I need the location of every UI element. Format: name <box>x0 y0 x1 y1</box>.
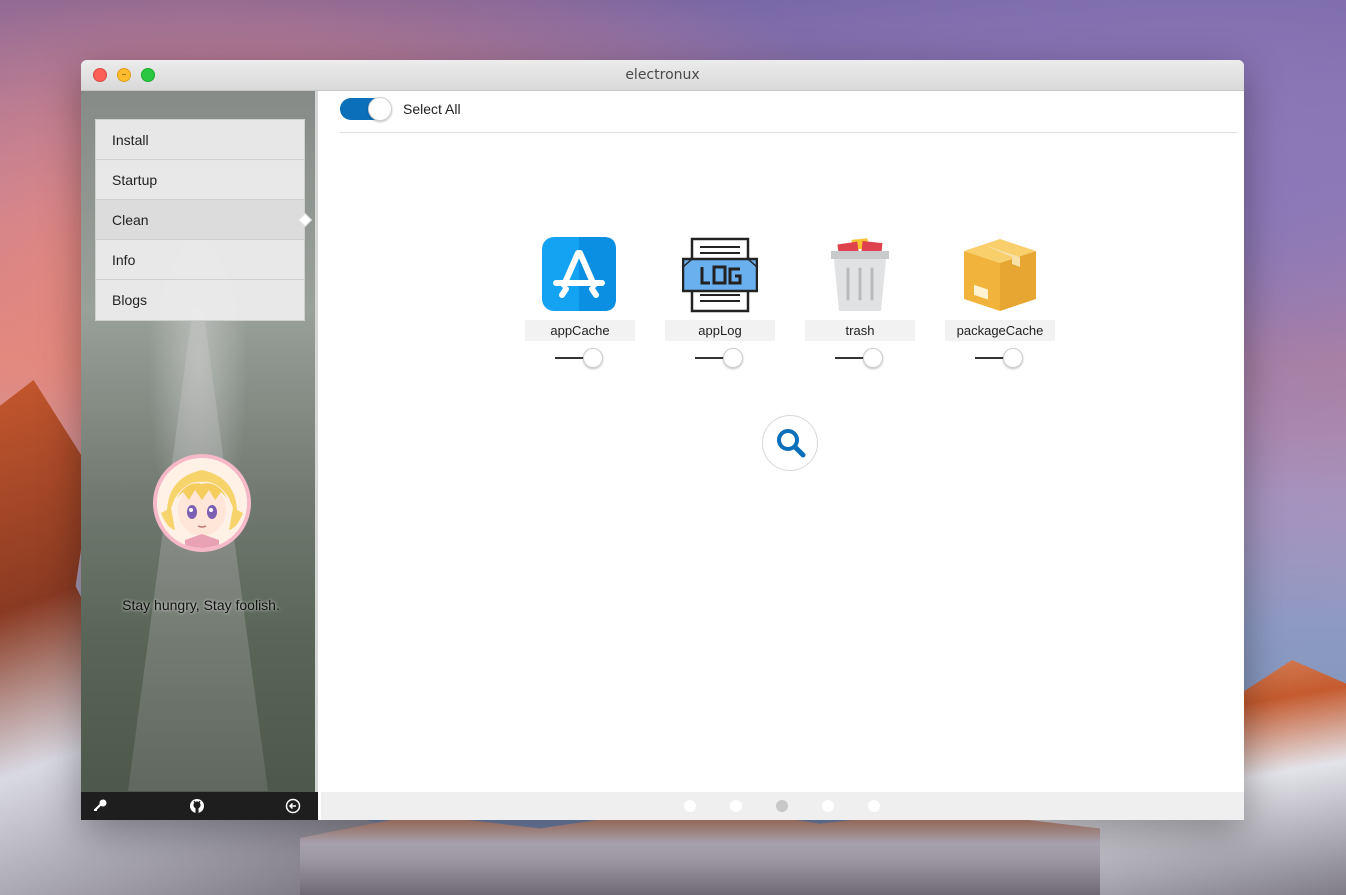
log-icon <box>681 237 759 313</box>
sidebar-item-label: Blogs <box>112 292 148 308</box>
toggle-knob <box>368 97 392 121</box>
switch-thumb <box>583 348 603 368</box>
package-icon-svg <box>964 239 1036 311</box>
clean-item-appcache: appCache <box>525 237 635 377</box>
sidebar-item-label: Install <box>112 132 149 148</box>
close-icon <box>94 69 106 81</box>
motto-text: Stay hungry, Stay foolish. <box>122 597 280 613</box>
sidebar-item-label: Info <box>112 252 136 268</box>
switch-thumb <box>863 348 883 368</box>
clean-item-switch[interactable] <box>695 348 745 368</box>
sidebar-item-clean[interactable]: Clean <box>96 200 313 240</box>
close-window-button[interactable] <box>93 68 107 82</box>
minimize-window-button[interactable]: – <box>117 68 131 82</box>
switch-thumb <box>723 348 743 368</box>
sidebar-item-label: Clean <box>112 212 149 228</box>
clean-item-label: appCache <box>525 320 635 341</box>
clean-item-label: trash <box>805 320 915 341</box>
clean-items: appCache appLog trash packageCache <box>525 237 1085 397</box>
maximize-window-button[interactable] <box>141 68 155 82</box>
sidebar-menu: Install Startup Clean Info Blogs <box>95 119 313 321</box>
app-window: – electronux Install Startup Clean Info … <box>81 60 1244 820</box>
select-all-bar: Select All <box>340 91 1237 133</box>
select-all-toggle[interactable] <box>340 97 392 121</box>
switch-thumb <box>1003 348 1023 368</box>
active-indicator <box>297 212 313 228</box>
select-all-label: Select All <box>403 101 461 117</box>
window-title: electronux <box>625 67 700 83</box>
avatar[interactable] <box>153 454 251 552</box>
title-bar: – electronux <box>81 60 1244 91</box>
github-icon-svg <box>190 799 204 813</box>
page-dot[interactable] <box>730 800 742 812</box>
clean-item-trash: trash <box>805 237 915 377</box>
sidebar: Install Startup Clean Info Blogs Stay hu… <box>81 91 318 820</box>
clean-item-applog: appLog <box>665 237 775 377</box>
clean-item-label: packageCache <box>945 320 1055 341</box>
page-dot-active[interactable] <box>776 800 788 812</box>
clean-item-switch[interactable] <box>835 348 885 368</box>
sidebar-footer <box>81 792 318 820</box>
search-icon <box>777 429 806 458</box>
page-dot[interactable] <box>868 800 880 812</box>
sidebar-item-info[interactable]: Info <box>96 240 304 280</box>
clean-item-switch[interactable] <box>975 348 1025 368</box>
github-icon[interactable] <box>189 798 205 814</box>
main-panel: Select All appCache appLog trash package… <box>321 91 1244 820</box>
key-icon[interactable] <box>92 798 108 814</box>
avatar-image <box>157 458 247 548</box>
scan-button[interactable] <box>762 415 818 471</box>
page-dot[interactable] <box>684 800 696 812</box>
logout-icon[interactable] <box>285 798 301 814</box>
minimize-icon: – <box>121 69 127 80</box>
key-icon-svg <box>94 799 107 811</box>
app-store-icon <box>542 237 618 313</box>
log-icon-svg <box>681 237 759 313</box>
sidebar-item-label: Startup <box>112 172 158 188</box>
clean-item-label: appLog <box>665 320 775 341</box>
clean-item-packagecache: packageCache <box>945 237 1055 377</box>
page-indicator <box>321 792 1244 820</box>
trash-icon-svg <box>831 238 889 311</box>
maximize-icon <box>142 69 154 81</box>
sidebar-item-install[interactable]: Install <box>96 120 304 160</box>
clean-item-switch[interactable] <box>555 348 605 368</box>
app-store-icon-svg <box>542 237 616 311</box>
sidebar-item-startup[interactable]: Startup <box>96 160 304 200</box>
sidebar-item-blogs[interactable]: Blogs <box>96 280 304 320</box>
package-icon <box>962 237 1038 313</box>
logout-icon-svg <box>285 798 301 814</box>
page-dot[interactable] <box>822 800 834 812</box>
trash-icon <box>822 237 898 313</box>
